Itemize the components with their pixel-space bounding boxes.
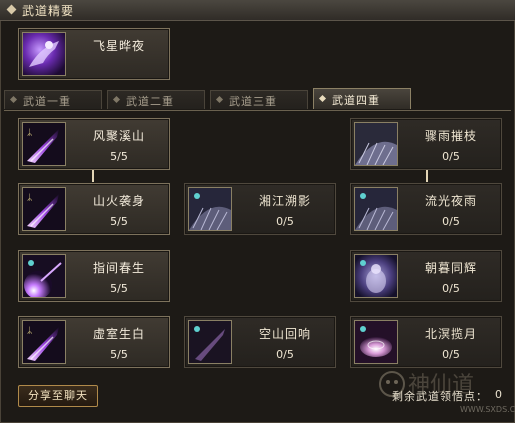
- tab-label: 武道四重: [332, 94, 380, 107]
- skill-level: 0/5: [442, 282, 460, 295]
- purple-rider-icon: [22, 32, 66, 76]
- grey-rain-icon: [354, 187, 398, 231]
- skill-connector: [92, 169, 94, 182]
- featured-skill-card[interactable]: 飞星晔夜: [18, 28, 170, 80]
- skill-name: 风聚溪山: [92, 129, 145, 143]
- tab-tier-2[interactable]: 武道二重: [107, 90, 205, 109]
- skill-level: 0/5: [442, 150, 460, 163]
- skill-card[interactable]: ᛦ 山火袭身 5/5: [18, 183, 170, 235]
- remaining-points-label: 剩余武道领悟点：: [392, 390, 488, 403]
- skill-name: 指间春生: [92, 261, 145, 275]
- panel-title: 武道精要: [22, 4, 75, 18]
- diamond-icon: [112, 95, 121, 104]
- dark-slash-icon: [188, 320, 232, 364]
- skill-level: 5/5: [110, 348, 128, 361]
- skill-card[interactable]: 北溟揽月 0/5: [350, 316, 502, 368]
- purple-orb-icon: [22, 254, 66, 298]
- skill-name: 骤雨摧枝: [424, 129, 477, 143]
- skill-card[interactable]: 骤雨摧枝 0/5: [350, 118, 502, 170]
- diamond-icon: [6, 4, 17, 15]
- tab-tier-4[interactable]: 武道四重: [313, 88, 411, 109]
- tab-label: 武道二重: [126, 95, 174, 108]
- purple-slash-icon: ᛦ: [22, 122, 66, 166]
- svg-text:ᛦ: ᛦ: [27, 326, 32, 336]
- tab-tier-1[interactable]: 武道一重: [4, 90, 102, 109]
- skill-connector: [426, 169, 428, 182]
- skill-level: 0/5: [442, 215, 460, 228]
- pink-vortex-icon: [354, 320, 398, 364]
- skill-name: 飞星晔夜: [92, 39, 145, 53]
- skill-card[interactable]: 流光夜雨 0/5: [350, 183, 502, 235]
- violet-figure-icon: [354, 254, 398, 298]
- skill-level: 0/5: [276, 215, 294, 228]
- svg-text:ᛦ: ᛦ: [27, 128, 32, 138]
- panel-header: 武道精要: [0, 0, 515, 21]
- remaining-points-value: 0: [495, 388, 502, 401]
- skill-level: 5/5: [110, 215, 128, 228]
- skill-name: 朝暮同辉: [424, 261, 477, 275]
- grey-rain-icon: [354, 122, 398, 166]
- skill-card[interactable]: 湘江溯影 0/5: [184, 183, 336, 235]
- skill-card[interactable]: ᛦ 风聚溪山 5/5: [18, 118, 170, 170]
- skill-name: 山火袭身: [92, 194, 145, 208]
- skill-card[interactable]: 空山回响 0/5: [184, 316, 336, 368]
- skill-name: 空山回响: [258, 327, 311, 341]
- skill-name: 流光夜雨: [424, 194, 477, 208]
- purple-slash-icon: ᛦ: [22, 187, 66, 231]
- tab-tier-3[interactable]: 武道三重: [210, 90, 308, 109]
- share-to-chat-button[interactable]: 分享至聊天: [18, 385, 98, 407]
- skill-level: 5/5: [110, 282, 128, 295]
- diamond-icon: [215, 95, 224, 104]
- diamond-icon: [9, 95, 18, 104]
- svg-text:ᛦ: ᛦ: [27, 193, 32, 203]
- skill-level: 0/5: [442, 348, 460, 361]
- purple-slash-icon: ᛦ: [22, 320, 66, 364]
- tab-label: 武道三重: [229, 95, 277, 108]
- tab-label: 武道一重: [23, 95, 71, 108]
- skill-card[interactable]: 朝暮同辉 0/5: [350, 250, 502, 302]
- skill-level: 5/5: [110, 150, 128, 163]
- grey-rain-icon: [188, 187, 232, 231]
- skill-name: 北溟揽月: [424, 327, 477, 341]
- skill-card[interactable]: ᛦ 虚室生白 5/5: [18, 316, 170, 368]
- skill-level: 0/5: [276, 348, 294, 361]
- skill-name: 湘江溯影: [258, 194, 311, 208]
- watermark-url: WWW.SXDS.COM: [460, 405, 515, 414]
- diamond-icon: [318, 94, 327, 103]
- skill-name: 虚室生白: [92, 327, 145, 341]
- tab-bar: 武道一重 武道二重 武道三重 武道四重: [4, 88, 511, 111]
- skill-card[interactable]: 指间春生 5/5: [18, 250, 170, 302]
